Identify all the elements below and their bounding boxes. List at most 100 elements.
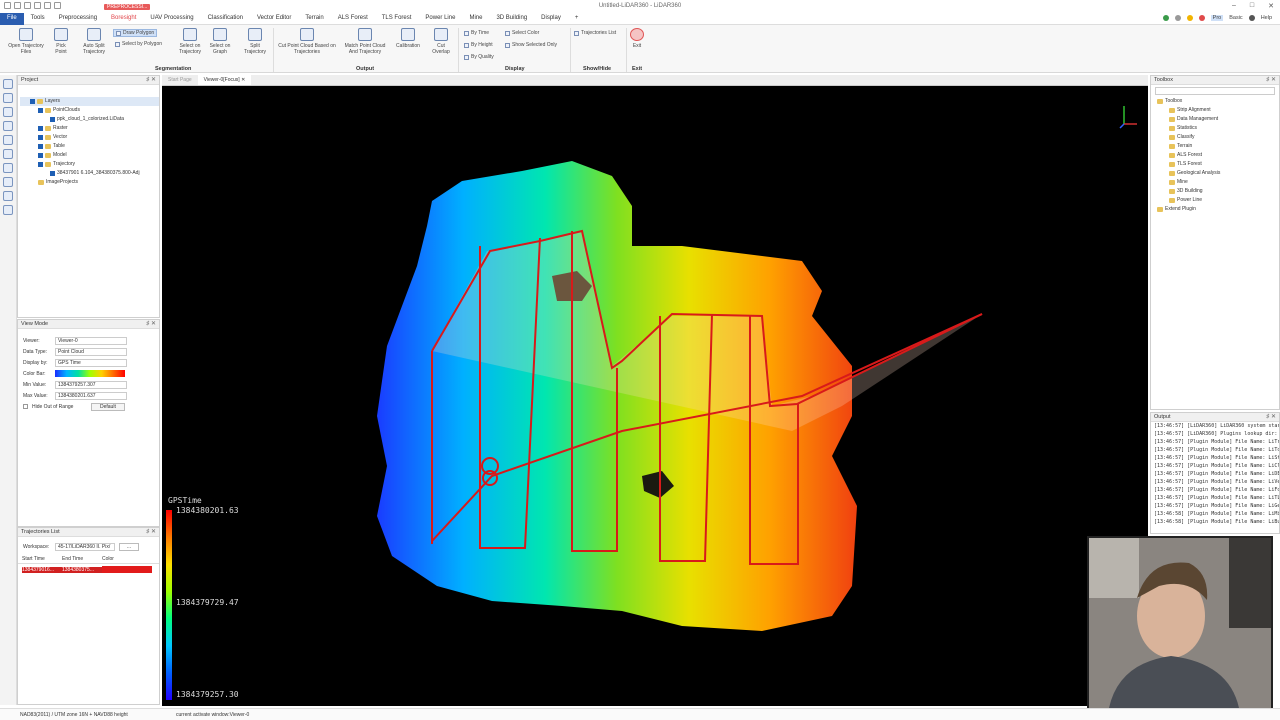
auto-split-button[interactable]: Auto Split Trajectory <box>78 28 110 55</box>
bell-icon[interactable] <box>1198 15 1205 21</box>
pointer-icon[interactable] <box>3 79 13 89</box>
by-quality-button[interactable]: By Quality <box>464 54 494 60</box>
pin-close-icons[interactable]: ♯ ✕ <box>146 528 156 535</box>
datatype-select[interactable]: Point Cloud <box>55 347 127 356</box>
table-row[interactable]: 1384379016... 1384380375... <box>18 564 159 575</box>
zoom-icon[interactable] <box>3 135 13 145</box>
view-3d-icon[interactable] <box>3 191 13 201</box>
menu-display[interactable]: Display <box>534 13 568 25</box>
toolbox-root[interactable]: Toolbox <box>1157 97 1279 106</box>
tree-layers[interactable]: Layers <box>20 97 159 106</box>
calibration-button[interactable]: Calibration <box>392 28 424 49</box>
tree-vector[interactable]: Vector <box>20 133 159 142</box>
toolbox-als-forest[interactable]: ALS Forest <box>1157 151 1279 160</box>
select-on-graph-button[interactable]: Select on Graph <box>206 28 234 55</box>
rotate-icon[interactable] <box>3 149 13 159</box>
split-trajectory-button[interactable]: Split Trajectory <box>240 28 270 55</box>
trajectories-list-toggle[interactable]: Trajectories List <box>574 30 616 36</box>
close-icon[interactable]: ✕ <box>241 77 245 83</box>
point-cloud-viewer[interactable]: GPSTime 1384380201.63 1384379729.47 1384… <box>162 86 1148 706</box>
min-value-field[interactable]: 1384379257.307 <box>55 380 127 389</box>
close-icon[interactable]: ✕ <box>1268 2 1274 10</box>
show-selected-only-button[interactable]: Show Selected Only <box>505 42 557 48</box>
menu-classification[interactable]: Classification <box>201 13 250 25</box>
tab-start-page[interactable]: Start Page <box>162 75 198 85</box>
tree-trajectory-file[interactable]: 38437901 6.104_384380375.800-Adj <box>20 169 159 178</box>
basic-mode-button[interactable]: Basic <box>1229 15 1242 21</box>
menu-tools[interactable]: Tools <box>24 13 52 25</box>
select-on-trajectory-button[interactable]: Select on Trajectory <box>175 28 205 55</box>
menu-power-line[interactable]: Power Line <box>418 13 462 25</box>
match-point-cloud-button[interactable]: Match Point Cloud And Trajectory <box>340 28 390 55</box>
tab-viewer-0[interactable]: Viewer-0[Focus] ✕ <box>197 75 252 85</box>
cut-point-cloud-button[interactable]: Cut Point Cloud Based on Trajectories <box>276 28 338 55</box>
menu-boresight[interactable]: Boresight <box>104 13 143 25</box>
menu-vector-editor[interactable]: Vector Editor <box>250 13 298 25</box>
tree-pointclouds[interactable]: PointClouds <box>20 106 159 115</box>
toolbox-extend-plugin[interactable]: Extend Plugin <box>1157 205 1279 214</box>
tree-trajectory[interactable]: Trajectory <box>20 160 159 169</box>
tree-model[interactable]: Model <box>20 151 159 160</box>
display-select[interactable]: GPS Time <box>55 358 127 367</box>
maximize-icon[interactable]: □ <box>1250 2 1254 10</box>
pan-icon[interactable] <box>3 163 13 173</box>
pin-close-icons[interactable]: ♯ ✕ <box>1266 413 1276 420</box>
toolbox-strip-alignment[interactable]: Strip Alignment <box>1157 106 1279 115</box>
select-by-polygon-button[interactable]: Select by Polygon <box>115 41 162 47</box>
pin-close-icons[interactable]: ♯ ✕ <box>146 320 156 327</box>
traj-color-swatch[interactable] <box>102 566 152 573</box>
pick-point-button[interactable]: Pick Point <box>50 28 72 55</box>
skin-icon[interactable] <box>1186 15 1193 21</box>
hide-out-of-range-checkbox[interactable] <box>23 404 28 409</box>
window-icon[interactable] <box>1174 15 1181 21</box>
view-2d-icon[interactable] <box>3 177 13 187</box>
minimize-icon[interactable]: – <box>1232 2 1236 10</box>
menu-3d-building[interactable]: 3D Building <box>489 13 534 25</box>
menu-add[interactable]: + <box>568 13 586 25</box>
tree-imageprojects[interactable]: ImageProjects <box>20 178 159 187</box>
user-icon[interactable] <box>1162 15 1169 21</box>
menu-uav-processing[interactable]: UAV Processing <box>143 13 200 25</box>
draw-polygon-button[interactable]: Draw Polygon <box>113 29 158 37</box>
pin-close-icons[interactable]: ♯ ✕ <box>146 76 156 83</box>
toolbox-classify[interactable]: Classify <box>1157 133 1279 142</box>
exit-button[interactable]: Exit <box>628 28 646 49</box>
menu-file[interactable]: File <box>0 13 24 25</box>
max-value-field[interactable]: 1384380201.637 <box>55 391 127 400</box>
toolbox-geological-analysis[interactable]: Geological Analysis <box>1157 169 1279 178</box>
browse-button[interactable]: ... <box>119 542 139 551</box>
help-button[interactable]: Help <box>1261 15 1272 21</box>
menu-terrain[interactable]: Terrain <box>298 13 330 25</box>
by-height-button[interactable]: By Height <box>464 42 493 48</box>
section-icon[interactable] <box>3 205 13 215</box>
menu-mine[interactable]: Mine <box>462 13 489 25</box>
toolbox-mine[interactable]: Mine <box>1157 178 1279 187</box>
cut-overlap-button[interactable]: Cut Overlap <box>428 28 454 55</box>
tree-raster[interactable]: Raster <box>20 124 159 133</box>
profile-icon[interactable] <box>3 121 13 131</box>
menu-als-forest[interactable]: ALS Forest <box>331 13 375 25</box>
menu-tls-forest[interactable]: TLS Forest <box>375 13 419 25</box>
toolbox-search-input[interactable] <box>1155 87 1275 95</box>
viewer-select[interactable]: Viewer-0 <box>55 336 127 345</box>
layers-icon[interactable] <box>3 93 13 103</box>
tree-table[interactable]: Table <box>20 142 159 151</box>
help-icon[interactable] <box>1248 15 1255 21</box>
default-button[interactable]: Default <box>91 402 125 411</box>
measure-icon[interactable] <box>3 107 13 117</box>
by-time-button[interactable]: By Time <box>464 30 489 36</box>
tree-pointcloud-file[interactable]: ppk_cloud_1_colorized.LiData <box>20 115 159 124</box>
toolbox-terrain[interactable]: Terrain <box>1157 142 1279 151</box>
select-color-button[interactable]: Select Color <box>505 30 539 36</box>
colorbar-select[interactable] <box>55 370 125 377</box>
pin-close-icons[interactable]: ♯ ✕ <box>1266 76 1276 83</box>
toolbox-power-line[interactable]: Power Line <box>1157 196 1279 205</box>
menu-preprocessing[interactable]: Preprocessing <box>52 13 104 25</box>
toolbox-3d-building[interactable]: 3D Building <box>1157 187 1279 196</box>
pro-mode-button[interactable]: Pro <box>1210 15 1224 21</box>
open-trajectory-button[interactable]: Open Trajectory Files <box>4 28 48 55</box>
toolbox-data-management[interactable]: Data Management <box>1157 115 1279 124</box>
workspace-field[interactable]: 45-17/LiDAR360 II. Pix/ <box>55 542 115 551</box>
toolbox-tls-forest[interactable]: TLS Forest <box>1157 160 1279 169</box>
toolbox-statistics[interactable]: Statistics <box>1157 124 1279 133</box>
